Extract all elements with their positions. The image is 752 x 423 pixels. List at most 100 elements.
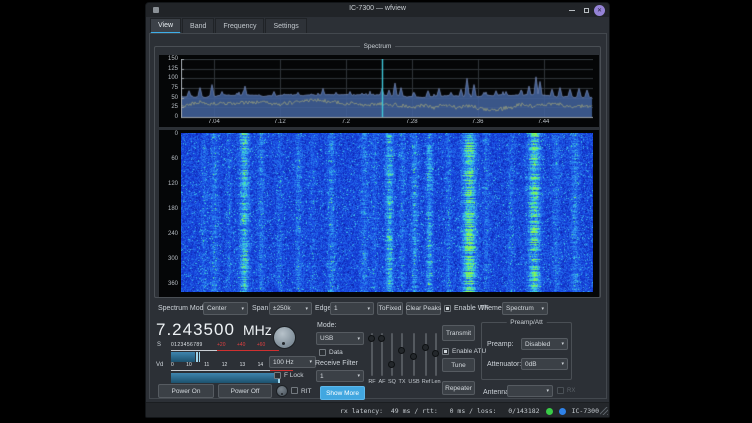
minimize-button[interactable]	[567, 6, 577, 15]
spectrum-x-tick: 7.44	[532, 119, 556, 125]
enable-wf-checkbox[interactable]	[444, 305, 451, 312]
waterfall-y-tick: 0	[160, 131, 178, 138]
spectrum-y-tick: 150	[160, 56, 178, 63]
edge-value: 1	[334, 305, 338, 312]
dropdown-arrow-icon: ▾	[367, 306, 370, 312]
enable-atu-checkbox[interactable]	[442, 348, 449, 355]
rit-knob-dot	[281, 393, 283, 395]
attenuator-value: 0dB	[525, 361, 537, 368]
waterfall-y-tick: 360	[160, 281, 178, 288]
slider-handle-tx[interactable]	[398, 347, 405, 354]
preamp-att-groupbox: Preamp/Att Preamp: Disabled ▾ Attenuator:…	[481, 322, 572, 380]
power-off-button[interactable]: Power Off	[218, 384, 272, 398]
frequency-display[interactable]: 7.243500	[156, 320, 235, 340]
dropdown-arrow-icon: ▾	[357, 336, 360, 342]
slider-track-ref[interactable]	[425, 333, 427, 376]
minimize-icon	[569, 10, 575, 11]
tab-band[interactable]: Band	[182, 18, 214, 34]
slider-track-tx[interactable]	[401, 333, 403, 376]
slider-handle-sq[interactable]	[388, 361, 395, 368]
span-value: ±250k	[273, 305, 291, 312]
window-title: IC-7300 — wfview	[146, 5, 609, 12]
spectrum-x-tick: 7.36	[466, 119, 490, 125]
preamp-label: Preamp:	[487, 340, 513, 349]
tuning-step-value: 100 Hz	[273, 359, 294, 366]
tab-frequency[interactable]: Frequency	[215, 18, 264, 34]
power-on-button[interactable]: Power On	[158, 384, 214, 398]
maximize-button[interactable]	[581, 6, 591, 15]
dropdown-arrow-icon: ▾	[561, 341, 564, 347]
dropdown-arrow-icon: ▾	[305, 306, 308, 312]
edge-label: Edge	[315, 304, 331, 313]
resize-grip[interactable]	[600, 407, 608, 415]
spectrum-y-tick: 0	[160, 114, 178, 121]
receive-filter-select[interactable]: 1▾	[316, 370, 364, 382]
spectrum-canvas[interactable]	[181, 59, 593, 121]
mode-select[interactable]: USB ▾	[316, 332, 364, 345]
spectrum-x-axis: 7.047.127.27.287.367.44	[181, 119, 593, 126]
close-button[interactable]: ✕	[594, 5, 605, 16]
theme-select[interactable]: Spectrum ▾	[502, 302, 548, 315]
dropdown-arrow-icon: ▾	[561, 361, 564, 367]
status-rig-label: IC-7300	[572, 407, 599, 415]
vd-meter-bar	[171, 373, 278, 383]
antenna-select[interactable]: ▾	[507, 385, 553, 397]
data-label: Data	[329, 348, 343, 357]
waterfall-canvas[interactable]	[181, 133, 593, 292]
clear-peaks-button[interactable]: Clear Peaks	[406, 302, 441, 315]
tab-settings[interactable]: Settings	[265, 18, 306, 34]
spectrum-y-tick: 50	[160, 95, 178, 102]
dropdown-arrow-icon: ▾	[241, 306, 244, 312]
spectrum-mode-select[interactable]: Center▾	[203, 302, 248, 315]
show-more-button[interactable]: Show More	[320, 386, 365, 400]
tune-button[interactable]: Tune	[442, 358, 475, 372]
spectrum-y-tick: 75	[160, 85, 178, 92]
slider-handle-ref[interactable]	[422, 344, 429, 351]
slider-handle-usb[interactable]	[410, 353, 417, 360]
s-meter-peak-marker2	[199, 352, 200, 362]
repeater-button[interactable]: Repeater	[442, 381, 475, 395]
frequency-unit: MHz	[243, 322, 272, 338]
span-select[interactable]: ±250k ▾	[269, 302, 312, 315]
flock-checkbox[interactable]	[274, 372, 281, 379]
titlebar[interactable]: IC-7300 — wfview ✕	[146, 3, 609, 17]
data-checkbox[interactable]	[319, 349, 326, 356]
slider-handle-rf[interactable]	[368, 335, 375, 342]
spectrum-mode-label: Spectrum Mode:	[158, 304, 209, 313]
tuning-knob[interactable]	[273, 326, 296, 349]
s-meter-line-red	[217, 350, 279, 351]
theme-value: Spectrum	[506, 305, 534, 312]
s-meter-peak-marker	[196, 352, 198, 362]
level-sliders: RFAFSQTXUSBRefLen	[368, 332, 442, 387]
status-bar: rx latency: 49 ms / rtt: 0 ms / loss: 0/…	[146, 402, 610, 418]
attenuator-label: Attenuator:	[487, 360, 521, 369]
s-meter-scale-red: +20 +40 +60	[217, 342, 265, 348]
tuning-step-select[interactable]: 100 Hz▾	[269, 356, 316, 368]
app-window: IC-7300 — wfview ✕ View Band Frequency S…	[145, 2, 610, 418]
edge-select[interactable]: 1▾	[330, 302, 374, 315]
vd-meter-label: Vd	[156, 361, 163, 370]
spectrum-x-tick: 7.04	[202, 119, 226, 125]
slider-handle-af[interactable]	[378, 335, 385, 342]
tofixed-button[interactable]: ToFixed	[377, 302, 403, 315]
slider-track-sq[interactable]	[391, 333, 393, 376]
rx-label: RX	[567, 387, 575, 396]
rit-knob[interactable]	[276, 385, 288, 397]
spectrum-y-axis: 1501251007550250	[160, 56, 178, 122]
vd-meter-line	[171, 370, 270, 371]
preamp-att-title: Preamp/Att	[506, 319, 547, 326]
s-meter-scale: 0 1 2 3 4 5 6 7 8 9	[171, 342, 202, 348]
preamp-value: Disabled	[525, 341, 550, 348]
dropdown-arrow-icon: ▾	[541, 306, 544, 312]
waterfall-y-tick: 60	[160, 156, 178, 163]
attenuator-select[interactable]: 0dB ▾	[521, 358, 568, 370]
rit-checkbox[interactable]	[291, 387, 298, 394]
status-dot-blue	[559, 408, 566, 415]
waterfall-y-tick: 240	[160, 231, 178, 238]
mode-value: USB	[320, 335, 333, 342]
slider-handle-len[interactable]	[432, 350, 439, 357]
waterfall-y-tick: 300	[160, 256, 178, 263]
tab-view[interactable]: View	[150, 18, 181, 34]
transmit-button[interactable]: Transmit	[442, 325, 475, 341]
preamp-select[interactable]: Disabled ▾	[521, 338, 568, 350]
